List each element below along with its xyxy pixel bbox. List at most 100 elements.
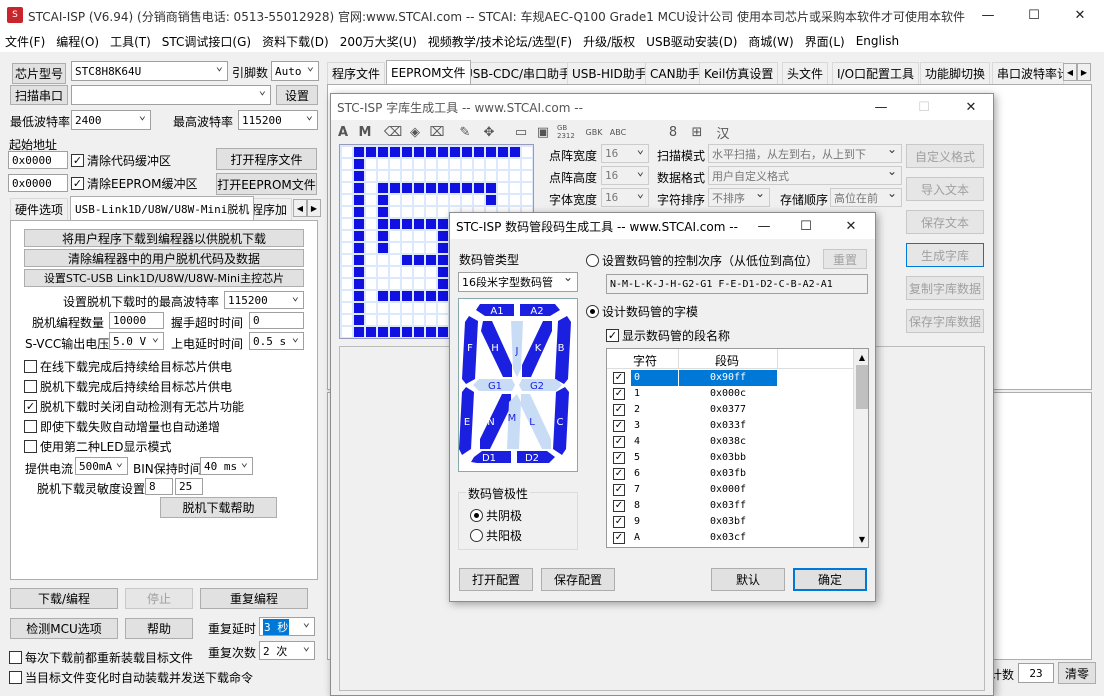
table-row[interactable]: ✓ 9 0x03bf [607, 514, 853, 530]
program-count-input[interactable]: 10000 [109, 312, 164, 329]
clear-code-checkbox[interactable]: ✓ 清除代码缓冲区 [71, 152, 171, 169]
row-check-icon[interactable]: ✓ [613, 500, 625, 512]
grid-cell[interactable] [366, 159, 376, 169]
handshake-input[interactable]: 0 [249, 312, 304, 329]
table-row[interactable]: ✓ A 0x03cf [607, 530, 853, 546]
power-delay-select[interactable]: 0.5 s [249, 332, 304, 350]
grid-cell[interactable] [390, 171, 400, 181]
grid-cell[interactable] [378, 147, 388, 157]
grid-cell[interactable] [510, 171, 520, 181]
grid-cell[interactable] [354, 291, 364, 301]
bin-hold-select[interactable]: 40 ms [200, 457, 253, 475]
table-row[interactable]: ✓ 5 0x03bb [607, 450, 853, 466]
option-offline-power[interactable]: 脱机下载完成后持续给目标芯片供电 [24, 378, 232, 395]
table-row[interactable]: ✓ 6 0x03fb [607, 466, 853, 482]
move-icon[interactable]: ✥ [481, 124, 497, 140]
grid-cell[interactable] [402, 183, 412, 193]
import-text-button[interactable]: 导入文本 [906, 177, 984, 201]
table-row[interactable]: ✓ 2 0x0377 [607, 402, 853, 418]
grid-cell[interactable] [402, 159, 412, 169]
grid-cell[interactable] [354, 183, 364, 193]
row-check-icon[interactable]: ✓ [613, 404, 625, 416]
grid-cell[interactable] [426, 231, 436, 241]
grid-cell[interactable] [474, 183, 484, 193]
right-tab-scroll-left-icon[interactable]: ◀ [1063, 63, 1077, 81]
grid-cell[interactable] [342, 231, 352, 241]
grid-cell[interactable] [462, 147, 472, 157]
grid-cell[interactable] [510, 183, 520, 193]
grid-cell[interactable] [366, 279, 376, 289]
tab-usb-link[interactable]: USB-Link1D/U8W/U8W-Mini脱机 [70, 196, 255, 220]
grid-cell[interactable] [486, 159, 496, 169]
grid-cell[interactable] [366, 183, 376, 193]
grid-cell[interactable] [498, 171, 508, 181]
set-master-chip-button[interactable]: 设置STC-USB Link1D/U8W/U8W-Mini主控芯片 [24, 269, 304, 287]
help-button[interactable]: 帮助 [125, 618, 193, 639]
grid-cell[interactable] [354, 207, 364, 217]
col-char-header[interactable]: 字符 [633, 352, 657, 369]
font-maximize-icon[interactable]: ☐ [909, 94, 939, 120]
grid-cell[interactable] [426, 219, 436, 229]
grid-cell[interactable] [426, 243, 436, 253]
row-check-icon[interactable]: ✓ [613, 388, 625, 400]
bold-m-icon[interactable]: M [357, 124, 373, 140]
vcc-select[interactable]: 5.0 V [109, 332, 164, 350]
stop-button[interactable]: 停止 [125, 588, 193, 609]
grid-cell[interactable] [414, 183, 424, 193]
grid-cell[interactable] [522, 171, 532, 181]
grid-cell[interactable] [414, 243, 424, 253]
grid-cell[interactable] [390, 243, 400, 253]
grid-cell[interactable] [474, 195, 484, 205]
grid-cell[interactable] [522, 159, 532, 169]
scroll-down-icon[interactable]: ▼ [854, 531, 868, 547]
open-config-button[interactable]: 打开配置 [459, 568, 533, 591]
grid-cell[interactable] [378, 303, 388, 313]
grid-cell[interactable] [426, 267, 436, 277]
grid-cell[interactable] [378, 315, 388, 325]
grid-cell[interactable] [462, 159, 472, 169]
tab-keil[interactable]: Keil仿真设置 [699, 62, 779, 84]
common-anode-radio[interactable]: 共阳极 [470, 527, 522, 544]
menu-prize[interactable]: 200万大奖(U) [340, 33, 417, 50]
grid-cell[interactable] [354, 171, 364, 181]
current-select[interactable]: 500mA [75, 457, 128, 475]
grid-cell[interactable] [474, 147, 484, 157]
grid-cell[interactable] [366, 147, 376, 157]
grid-cell[interactable] [366, 327, 376, 337]
grid-cell[interactable] [498, 147, 508, 157]
scroll-thumb[interactable] [856, 365, 868, 409]
grid-cell[interactable] [438, 159, 448, 169]
menu-usb-driver[interactable]: USB驱动安装(D) [646, 33, 737, 50]
pen-icon[interactable]: ✎ [457, 124, 473, 140]
grid-cell[interactable] [426, 291, 436, 301]
grid-cell[interactable] [354, 303, 364, 313]
menu-upgrade[interactable]: 升级/版权 [583, 33, 635, 50]
grid-cell[interactable] [426, 327, 436, 337]
store-order-select[interactable]: 高位在前 [830, 188, 902, 207]
offline-help-button[interactable]: 脱机下载帮助 [160, 497, 277, 518]
common-cathode-radio[interactable]: 共阴极 [470, 507, 522, 524]
clear-count-button[interactable]: 清零 [1058, 662, 1096, 684]
grid-cell[interactable] [390, 219, 400, 229]
grid-cell[interactable] [402, 291, 412, 301]
col-code-header[interactable]: 段码 [715, 352, 739, 369]
tab-io-config[interactable]: I/O口配置工具 [832, 62, 920, 84]
scan-mode-select[interactable]: 水平扫描，从左到右，从上到下 [708, 144, 902, 163]
tab-usb-cdc[interactable]: USB-CDC/串口助手 [459, 62, 577, 84]
close-icon[interactable]: ✕ [1057, 0, 1103, 30]
digit-icon[interactable]: 8 [665, 124, 681, 140]
grid-cell[interactable] [390, 183, 400, 193]
port-select[interactable] [71, 85, 271, 105]
menu-shop[interactable]: 商城(W) [748, 33, 793, 50]
abc-icon[interactable]: ABC [607, 124, 629, 140]
menu-interface[interactable]: 界面(L) [805, 33, 845, 50]
grid-cell[interactable] [342, 147, 352, 157]
grid-cell[interactable] [378, 183, 388, 193]
grid-cell[interactable] [366, 291, 376, 301]
tab-scroll-left-icon[interactable]: ◀ [293, 199, 307, 217]
grid-cell[interactable] [378, 195, 388, 205]
grid-cell[interactable] [354, 279, 364, 289]
menu-download[interactable]: 资料下载(D) [262, 33, 329, 50]
grid-cell[interactable] [366, 207, 376, 217]
grid-cell[interactable] [354, 267, 364, 277]
